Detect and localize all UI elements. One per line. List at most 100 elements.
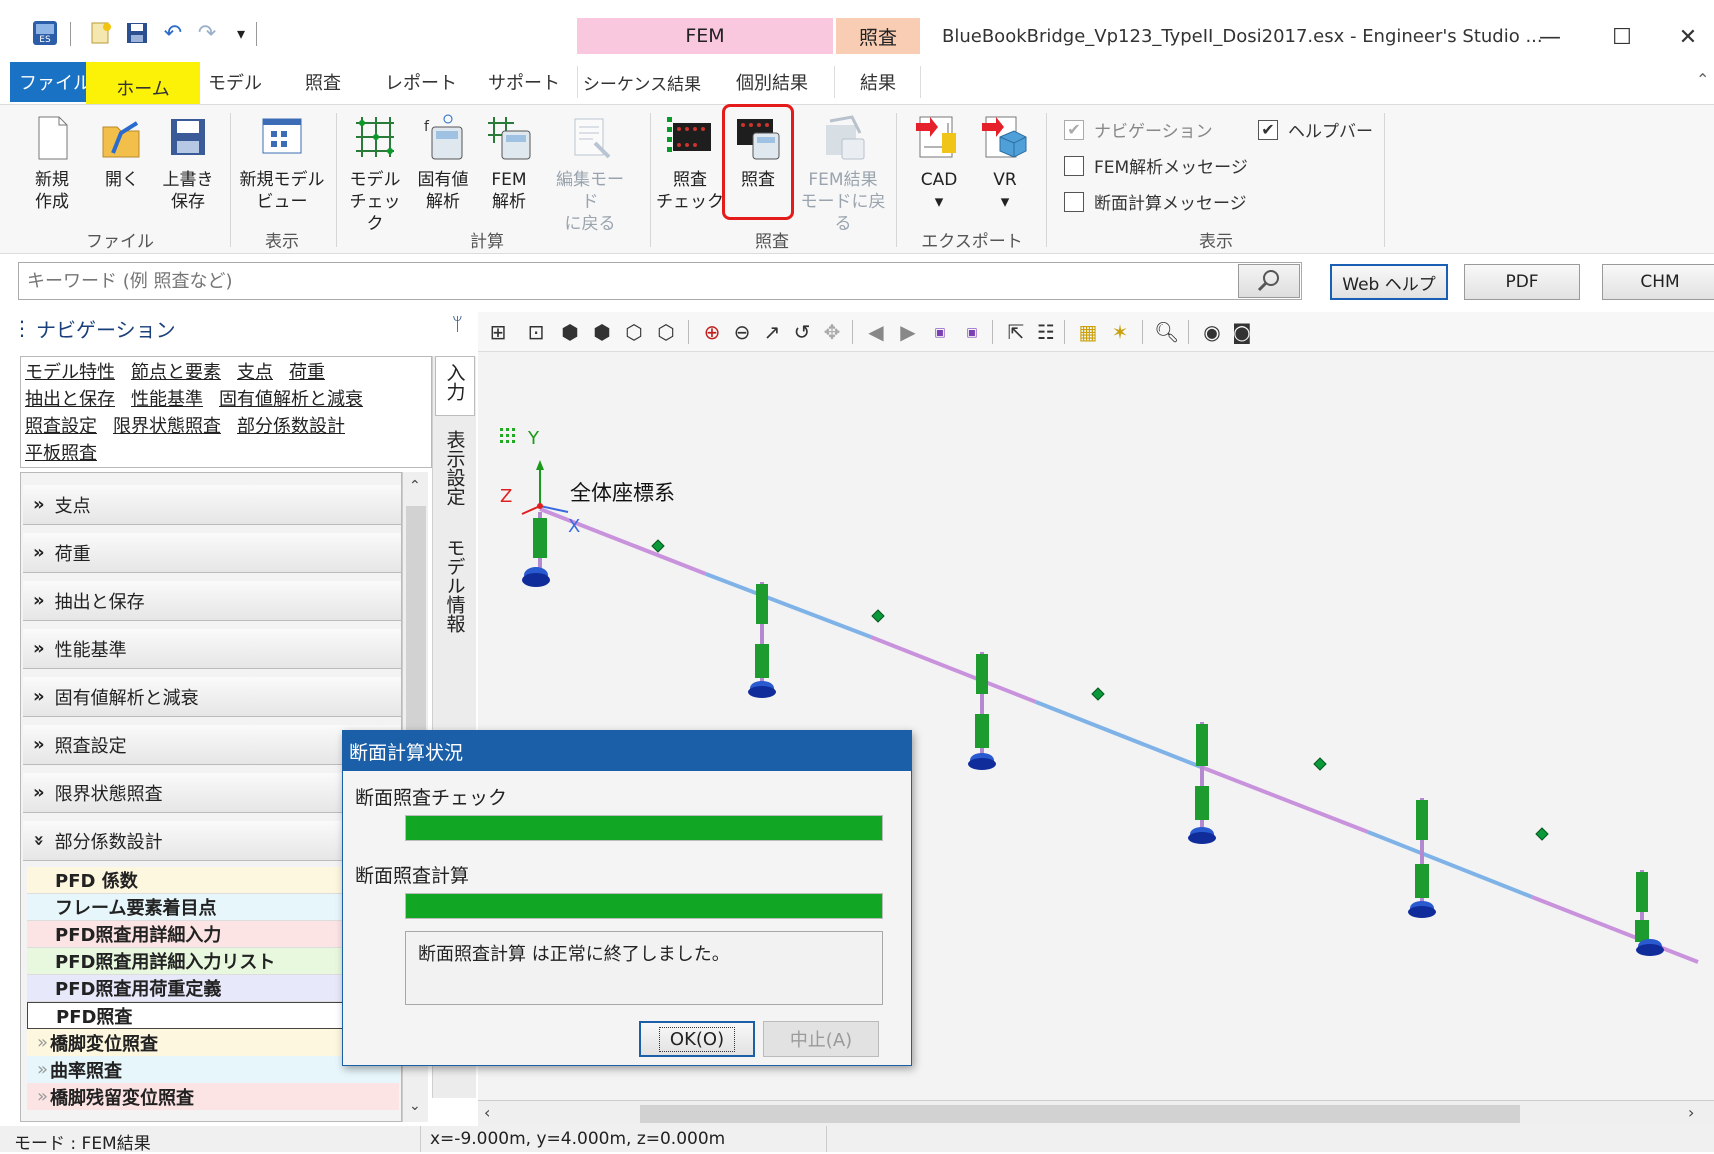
open-button[interactable]: 開く xyxy=(92,113,152,225)
select-group-icon[interactable]: ▦ xyxy=(1076,320,1100,344)
link-plate-check[interactable]: 平板照査 xyxy=(25,443,97,464)
link-partial-factor[interactable]: 部分係数設計 xyxy=(237,416,345,437)
vr-label: VR xyxy=(993,170,1017,190)
scroll-right-icon[interactable]: › xyxy=(1688,1103,1694,1122)
link-limit-state[interactable]: 限界状態照査 xyxy=(113,416,221,437)
rotate-icon[interactable]: ↺ xyxy=(790,320,814,344)
info-icon[interactable]: ▣ xyxy=(960,320,984,344)
tab-report[interactable]: レポート xyxy=(376,62,466,102)
maximize-button[interactable]: ☐ xyxy=(1602,20,1642,54)
search-button[interactable] xyxy=(1238,264,1300,298)
navigation-checkbox-row[interactable]: ✔ ナビゲーション xyxy=(1064,117,1213,142)
select-filter-icon[interactable]: ☷ xyxy=(1034,320,1058,344)
shousa-check-button[interactable]: 照査 チェック xyxy=(656,113,724,225)
new-file-icon[interactable] xyxy=(86,18,116,48)
section-message-checkbox[interactable] xyxy=(1064,191,1084,212)
qa-customize-icon[interactable]: ▾ xyxy=(226,18,256,48)
zoom-out-icon[interactable]: ⊖ xyxy=(730,320,754,344)
web-help-button[interactable]: Web ヘルプ xyxy=(1330,264,1448,300)
accordion-loads[interactable]: » 荷重 xyxy=(23,533,401,573)
tab-result[interactable]: 結果 xyxy=(836,62,920,102)
tab-model[interactable]: モデル xyxy=(200,62,270,102)
pin-icon[interactable]: ᛘ xyxy=(452,314,463,335)
tab-sequence-result[interactable]: シーケンス結果 xyxy=(578,62,706,102)
view-iso-icon[interactable]: ⬡ xyxy=(654,320,678,344)
close-button[interactable]: ✕ xyxy=(1668,20,1708,54)
grip-icon: ⋮ xyxy=(12,316,32,340)
accordion-supports[interactable]: » 支点 xyxy=(23,485,401,525)
accordion-performance[interactable]: » 性能基準 xyxy=(23,629,401,669)
minimize-button[interactable]: — xyxy=(1530,20,1570,54)
eigenvalue-analysis-button[interactable]: f 固有値 解析 xyxy=(410,113,476,225)
overwrite-save-button[interactable]: 上書き 保存 xyxy=(158,113,218,225)
view-front-icon[interactable]: ⬢ xyxy=(558,320,582,344)
scroll-left-icon[interactable]: ‹ xyxy=(484,1103,490,1122)
select-member-icon[interactable]: ✶ xyxy=(1108,320,1132,344)
link-loads[interactable]: 荷重 xyxy=(289,362,325,383)
next-view-icon[interactable]: ▶ xyxy=(896,320,920,344)
helpbar-checkbox[interactable]: ✔ xyxy=(1258,119,1278,140)
find-icon[interactable]: 🔍︎ xyxy=(1154,320,1179,344)
back-to-fem-result-button[interactable]: FEM結果 モードに戻る xyxy=(798,113,888,234)
fem-message-checkbox[interactable] xyxy=(1064,155,1084,176)
new-button[interactable]: 新規 作成 xyxy=(22,113,82,225)
pdf-help-button[interactable]: PDF xyxy=(1464,264,1580,300)
zoom-in-icon[interactable]: ⊕ xyxy=(700,320,724,344)
fem-analysis-button[interactable]: FEM 解析 xyxy=(476,113,542,225)
back-to-edit-mode-button[interactable]: 編集モード に戻る xyxy=(548,113,632,234)
viewport-horizontal-scrollbar[interactable]: ‹ › xyxy=(478,1100,1714,1126)
link-model-properties[interactable]: モデル特性 xyxy=(25,362,115,383)
pan-icon[interactable]: ↗ xyxy=(760,320,784,344)
ribbon-collapse-icon[interactable]: ⌃ xyxy=(1696,70,1709,89)
section-check-progress xyxy=(405,815,883,841)
accordion-extract-save[interactable]: » 抽出と保存 xyxy=(23,581,401,621)
shot-icon[interactable]: ▣ xyxy=(928,320,952,344)
camera-save-icon[interactable]: ◙ xyxy=(1230,320,1254,344)
ok-button[interactable]: OK(O) xyxy=(639,1021,755,1057)
link-eigen-damping[interactable]: 固有値解析と減衰 xyxy=(219,389,363,410)
tab-check[interactable]: 照査 xyxy=(288,62,358,102)
undo-icon[interactable]: ↶ xyxy=(158,18,188,48)
camera-icon[interactable]: ◉ xyxy=(1200,320,1224,344)
previous-view-icon[interactable]: ◀ xyxy=(864,320,888,344)
helpbar-checkbox-row[interactable]: ✔ ヘルプバー xyxy=(1258,117,1373,142)
link-extract-save[interactable]: 抽出と保存 xyxy=(25,389,115,410)
scroll-down-icon[interactable]: ⌄ xyxy=(409,1098,421,1114)
move-icon[interactable]: ✥ xyxy=(820,320,844,344)
link-nodes-elements[interactable]: 節点と要素 xyxy=(131,362,221,383)
pier xyxy=(522,512,550,587)
select-pointer-icon[interactable]: ⇱ xyxy=(1004,320,1028,344)
model-check-button[interactable]: モデル チェック xyxy=(342,113,408,234)
cancel-button[interactable]: 中止(A) xyxy=(763,1021,879,1057)
redo-icon[interactable]: ↷ xyxy=(192,18,222,48)
navigation-checkbox[interactable]: ✔ xyxy=(1064,119,1084,140)
zoom-window-icon[interactable]: ⊡ xyxy=(524,320,548,344)
section-message-checkbox-row[interactable]: 断面計算メッセージ xyxy=(1064,189,1247,214)
save-icon[interactable] xyxy=(122,18,152,48)
cad-label: CAD xyxy=(920,170,958,190)
view-side-icon[interactable]: ⬢ xyxy=(590,320,614,344)
tab-separator xyxy=(834,66,835,98)
tab-support[interactable]: サポート xyxy=(478,62,570,102)
fit-view-icon[interactable]: ⊞ xyxy=(486,320,510,344)
vtab-input[interactable]: 入力 xyxy=(435,356,475,416)
tab-individual-result[interactable]: 個別結果 xyxy=(712,62,832,102)
fem-message-checkbox-row[interactable]: FEM解析メッセージ xyxy=(1064,153,1248,178)
link-supports[interactable]: 支点 xyxy=(237,362,273,383)
link-check-settings[interactable]: 照査設定 xyxy=(25,416,97,437)
scroll-thumb[interactable] xyxy=(640,1105,1520,1123)
vtab-display-settings[interactable]: 表示設定 xyxy=(435,424,475,520)
new-model-view-button[interactable]: 新規モデル ビュー xyxy=(236,113,328,225)
keyword-search-input[interactable] xyxy=(18,262,1302,300)
chm-help-button[interactable]: CHM xyxy=(1602,264,1714,300)
chevron-down-icon: » xyxy=(28,834,50,847)
cad-export-button[interactable]: CAD ▾ xyxy=(904,113,974,225)
sub-item-residual-displacement[interactable]: » 橋脚残留変位照査 xyxy=(27,1083,399,1110)
vtab-model-info[interactable]: モデル情報 xyxy=(435,532,475,652)
link-performance-criteria[interactable]: 性能基準 xyxy=(131,389,203,410)
back-edit-label: 編集モード xyxy=(556,170,624,212)
view-top-icon[interactable]: ⬡ xyxy=(622,320,646,344)
vr-export-button[interactable]: VR ▾ xyxy=(970,113,1040,225)
accordion-eigen-damping[interactable]: » 固有値解析と減衰 xyxy=(23,677,401,717)
scroll-up-icon[interactable]: ⌃ xyxy=(409,478,421,494)
